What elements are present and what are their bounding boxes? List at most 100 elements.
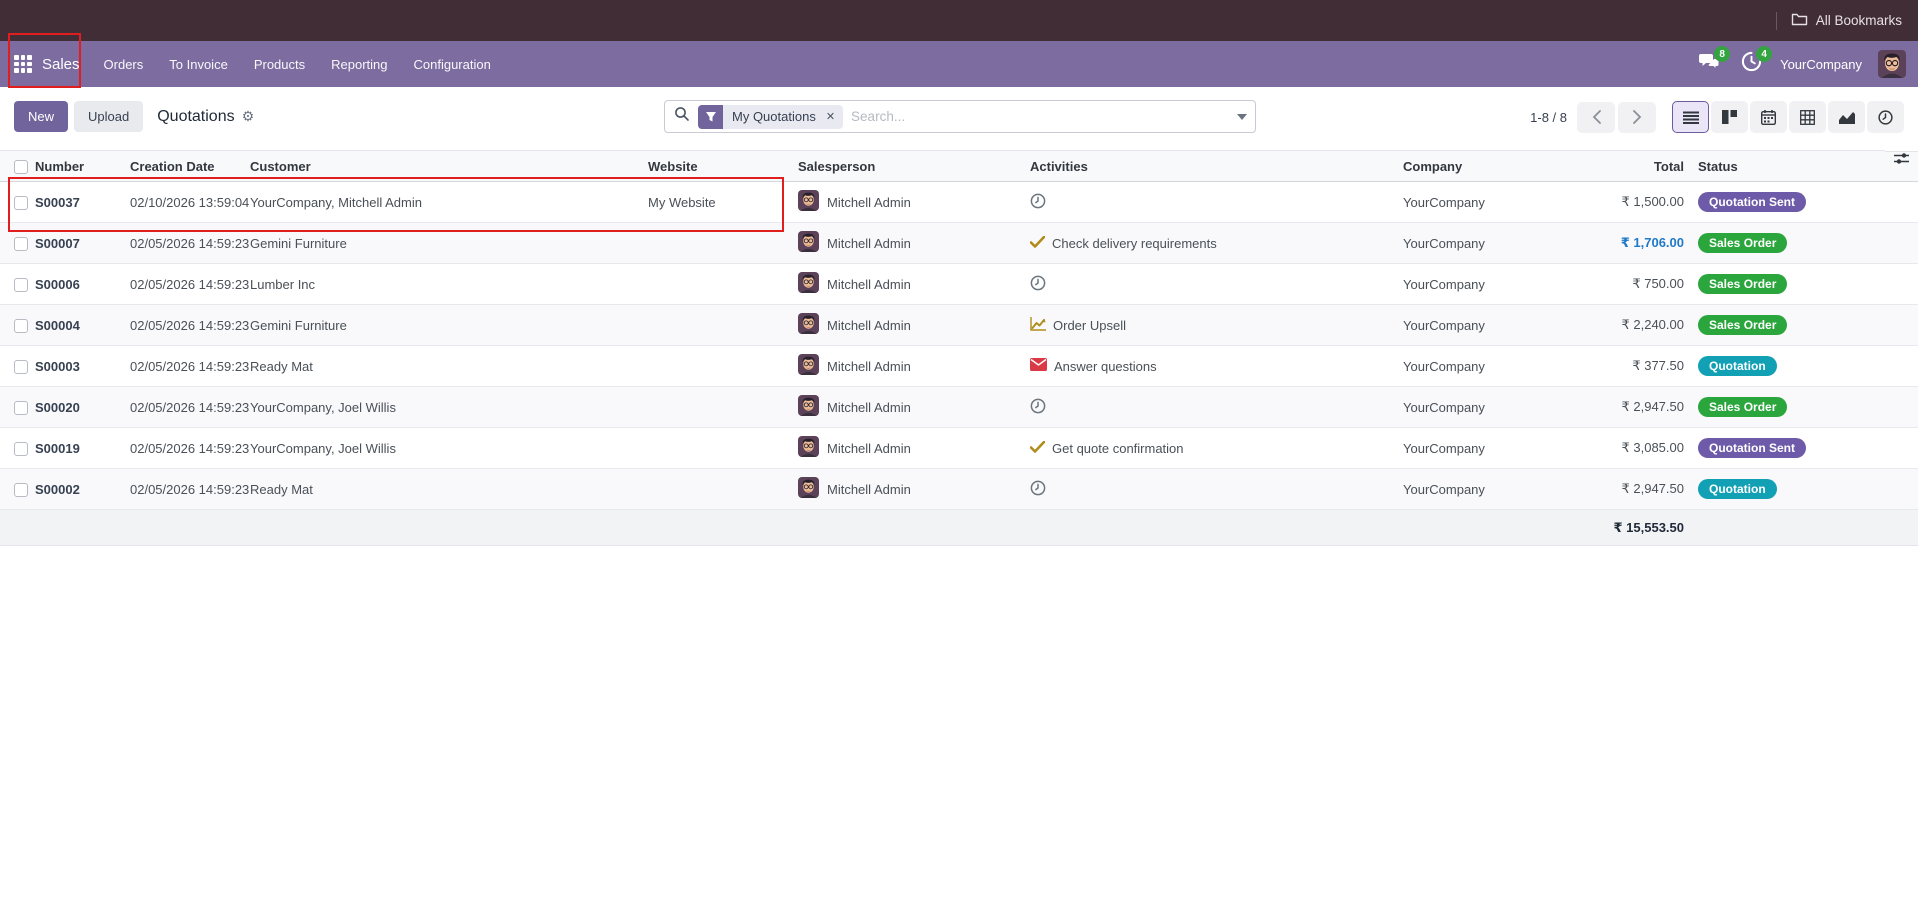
row-creation-date-cell: 02/10/2026 13:59:04 [130,182,250,223]
row-customer-cell: YourCompany, Joel Willis [250,387,648,428]
browser-chrome: All Bookmarks [0,0,1918,41]
row-website-cell [648,346,798,387]
app-menu-sales[interactable]: Sales [42,56,80,73]
gear-icon[interactable]: ⚙ [242,108,255,125]
clock-icon[interactable] [1030,398,1046,417]
pager-previous-button[interactable] [1577,102,1615,133]
all-bookmarks-label: All Bookmarks [1816,13,1902,28]
upsell-icon[interactable] [1030,317,1046,334]
user-avatar[interactable] [1878,50,1906,78]
graph-view-button[interactable] [1828,101,1865,133]
row-creation-date-cell: 02/05/2026 14:59:23 [130,469,250,510]
row-trailing-cell [1885,387,1918,428]
company-switcher[interactable]: YourCompany [1780,57,1862,72]
table-row[interactable]: S0002002/05/2026 14:59:23YourCompany, Jo… [0,387,1918,428]
apps-grid-icon[interactable] [14,55,32,73]
column-header-status[interactable]: Status [1690,151,1885,182]
activities-button[interactable]: 4 [1738,51,1764,77]
row-website-cell [648,305,798,346]
row-website-cell: My Website [648,182,798,223]
pivot-view-button[interactable] [1789,101,1826,133]
chrome-divider [1776,12,1777,30]
row-activities-cell [1030,469,1403,510]
row-company-cell: YourCompany [1403,223,1590,264]
row-number-cell: S00004 [35,305,130,346]
search-icon [674,106,690,127]
table-row[interactable]: S0000702/05/2026 14:59:23Gemini Furnitur… [0,223,1918,264]
row-status-cell: Quotation [1690,469,1885,510]
row-checkbox[interactable] [14,319,28,333]
column-header-total[interactable]: Total [1590,151,1690,182]
column-header-number[interactable]: Number [35,151,130,182]
row-checkbox[interactable] [14,237,28,251]
email-icon[interactable] [1030,358,1047,374]
menu-configuration[interactable]: Configuration [414,57,491,72]
main-navbar: Sales Orders To Invoice Products Reporti… [0,41,1918,87]
row-activities-cell [1030,264,1403,305]
row-select-cell [0,428,35,469]
table-row[interactable]: S0000202/05/2026 14:59:23Ready MatMitche… [0,469,1918,510]
column-header-salesperson[interactable]: Salesperson [798,151,1030,182]
page-title: Quotations [157,108,234,126]
activity-view-button[interactable] [1867,101,1904,133]
clock-icon[interactable] [1030,275,1046,294]
select-all-checkbox[interactable] [14,160,28,174]
row-select-cell [0,223,35,264]
search-facet-label: My Quotations [723,105,824,129]
row-status-cell: Sales Order [1690,223,1885,264]
column-header-website[interactable]: Website [648,151,798,182]
row-website-cell [648,223,798,264]
row-select-cell [0,387,35,428]
check-icon[interactable] [1030,441,1045,456]
table-row[interactable]: S0000402/05/2026 14:59:23Gemini Furnitur… [0,305,1918,346]
menu-products[interactable]: Products [254,57,305,72]
search-dropdown-toggle[interactable] [1229,101,1255,132]
row-total-cell: ₹ 1,500.00 [1590,182,1690,223]
clock-icon[interactable] [1030,480,1046,499]
row-trailing-cell [1885,264,1918,305]
row-select-cell [0,264,35,305]
new-button[interactable]: New [14,101,68,132]
table-row[interactable]: S0000302/05/2026 14:59:23Ready MatMitche… [0,346,1918,387]
pager-next-button[interactable] [1618,102,1656,133]
messages-button[interactable]: 8 [1696,51,1722,77]
menu-to-invoice[interactable]: To Invoice [169,57,228,72]
row-checkbox[interactable] [14,278,28,292]
check-icon[interactable] [1030,236,1045,251]
status-badge: Quotation [1698,479,1777,499]
status-badge: Sales Order [1698,274,1787,294]
table-row[interactable]: S0003702/10/2026 13:59:04YourCompany, Mi… [0,182,1918,223]
search-bar: My Quotations ✕ [664,100,1256,133]
column-header-creation-date[interactable]: Creation Date [130,151,250,182]
upload-button[interactable]: Upload [74,101,143,132]
optional-columns-icon[interactable] [1885,151,1918,182]
kanban-view-button[interactable] [1711,101,1748,133]
facet-close-icon[interactable]: ✕ [824,105,843,129]
all-bookmarks-button[interactable]: All Bookmarks [1791,12,1902,29]
menu-reporting[interactable]: Reporting [331,57,387,72]
salesperson-name: Mitchell Admin [827,359,911,374]
menu-orders[interactable]: Orders [104,57,144,72]
salesperson-avatar [798,190,819,214]
row-checkbox[interactable] [14,483,28,497]
row-checkbox[interactable] [14,360,28,374]
row-checkbox[interactable] [14,196,28,210]
activity-summary: Check delivery requirements [1052,236,1217,251]
row-checkbox[interactable] [14,442,28,456]
row-select-cell [0,182,35,223]
row-trailing-cell [1885,223,1918,264]
list-view-button[interactable] [1672,101,1709,133]
table-footer-row: ₹ 15,553.50 [0,510,1918,546]
clock-icon[interactable] [1030,193,1046,212]
pager-value: 1-8 / 8 [1530,110,1567,125]
row-status-cell: Sales Order [1690,305,1885,346]
row-number-cell: S00007 [35,223,130,264]
table-row[interactable]: S0000602/05/2026 14:59:23Lumber IncMitch… [0,264,1918,305]
search-input[interactable] [851,109,1229,124]
calendar-view-button[interactable] [1750,101,1787,133]
row-checkbox[interactable] [14,401,28,415]
column-header-company[interactable]: Company [1403,151,1590,182]
column-header-customer[interactable]: Customer [250,151,648,182]
table-row[interactable]: S0001902/05/2026 14:59:23YourCompany, Jo… [0,428,1918,469]
column-header-activities[interactable]: Activities [1030,151,1403,182]
